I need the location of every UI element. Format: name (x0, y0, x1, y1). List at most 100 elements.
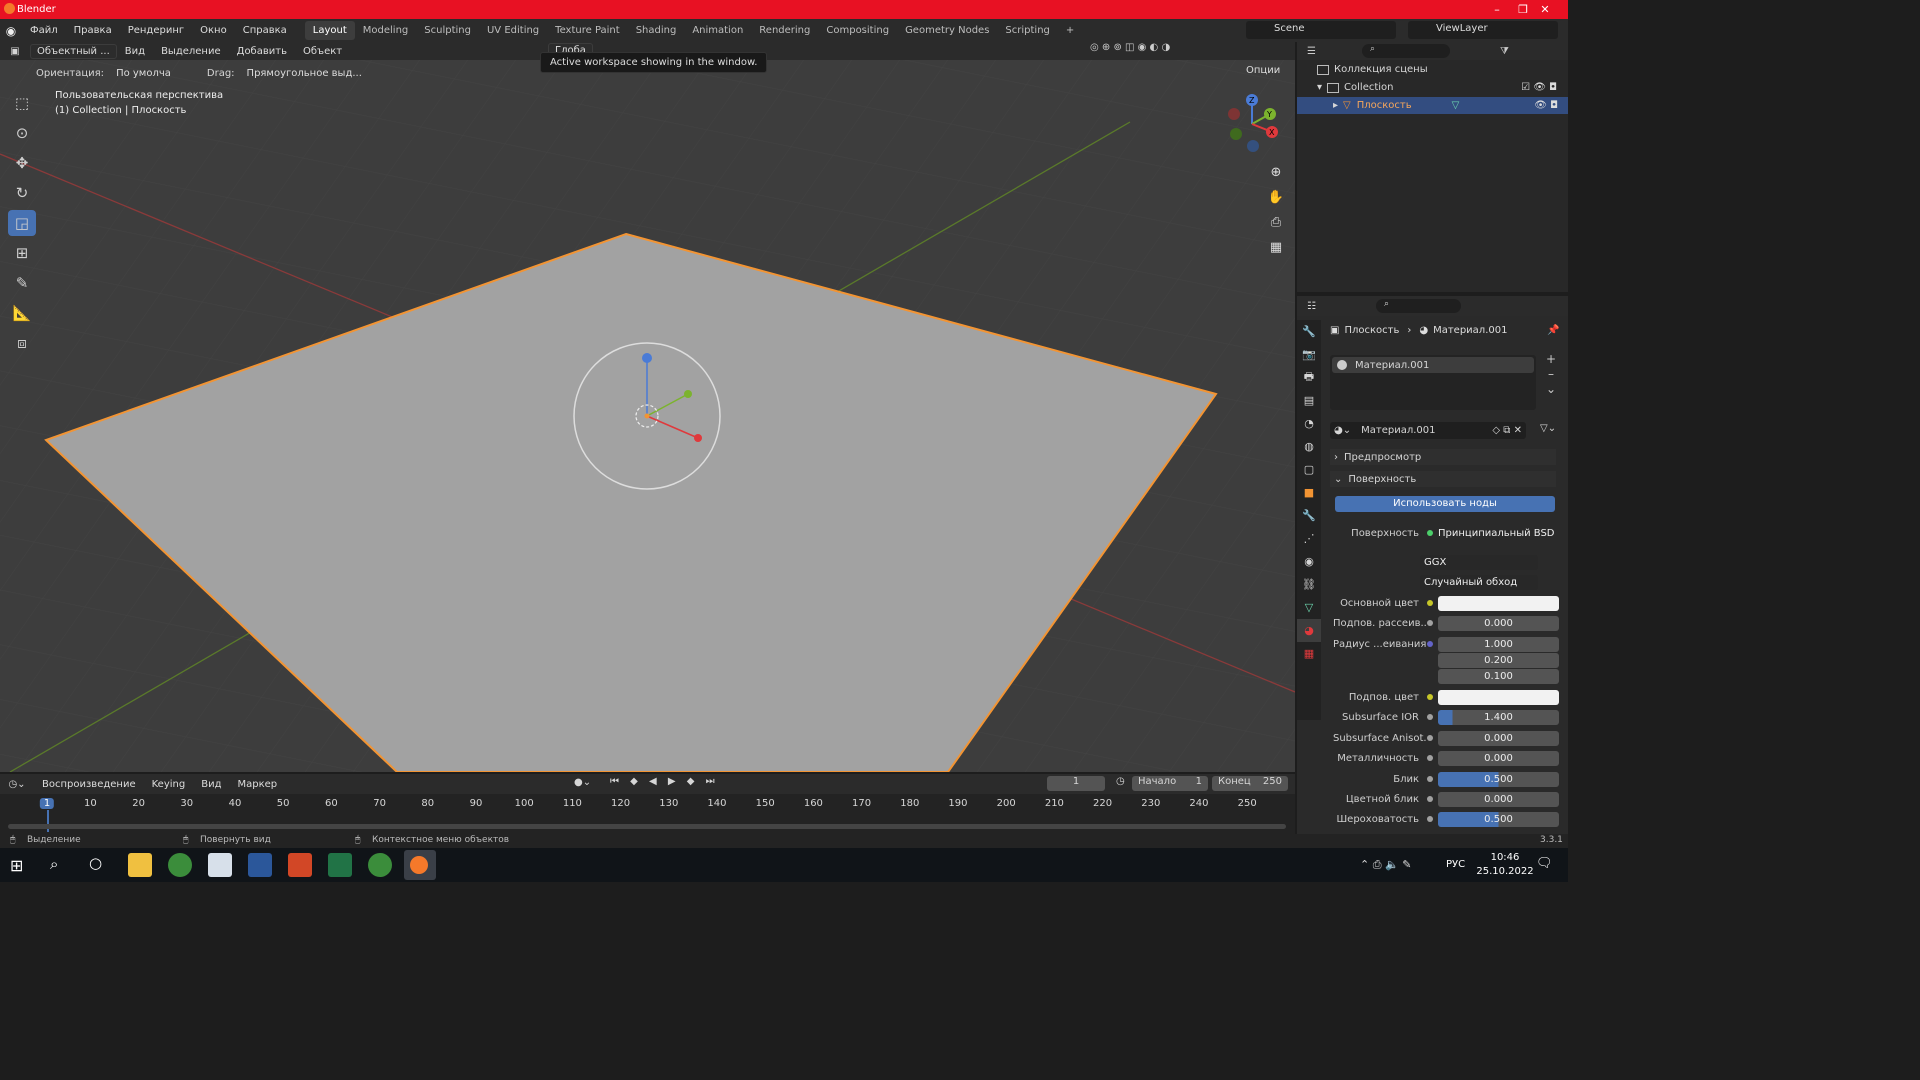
scale-icon[interactable]: ◲ (8, 210, 36, 236)
texture-tab-icon[interactable]: ▦ (1297, 642, 1321, 665)
viewport-shading-icons[interactable]: ◎ ⊕ ⊚ ◫ ◉ ◐ ◑ (1090, 42, 1170, 53)
material-prop-value[interactable]: 1.400 (1438, 709, 1559, 725)
timeline-menu-view[interactable]: Вид (193, 779, 229, 790)
file-explorer-icon[interactable] (128, 853, 152, 877)
menu-file[interactable]: Файл (22, 25, 66, 36)
properties-search-field[interactable]: ⌕ (1375, 299, 1461, 313)
clock-date[interactable]: 25.10.2022 (1474, 866, 1536, 877)
material-prop-value[interactable]: 0.000 (1438, 615, 1559, 631)
tab-uv-editing[interactable]: UV Editing (479, 21, 547, 40)
cortana-icon[interactable]: ○ (89, 854, 102, 872)
use-nodes-button[interactable]: Использовать ноды (1335, 496, 1555, 512)
modifier-tab-icon[interactable]: 🔧 (1297, 504, 1321, 527)
editor-type-icon[interactable]: ▣ (0, 46, 30, 57)
tab-modeling[interactable]: Modeling (355, 21, 417, 40)
viewport-menu-select[interactable]: Выделение (153, 46, 229, 57)
scene-selector[interactable]: Scene (1246, 21, 1396, 39)
clock-time[interactable]: 10:46 (1485, 852, 1525, 863)
distribution-dropdown[interactable]: GGX (1420, 554, 1538, 570)
move-icon[interactable]: ✥ (8, 150, 36, 176)
properties-editor-icon[interactable]: ☷ (1307, 301, 1316, 312)
surface-shader-value[interactable]: Принципиальный BSD (1438, 528, 1555, 539)
drag-dropdown[interactable]: Прямоугольное выд... (241, 67, 368, 80)
subsurface-method-dropdown[interactable]: Случайный обход (1420, 574, 1538, 590)
viewport-menu-object[interactable]: Объект (295, 46, 350, 57)
tray-icons[interactable]: ⌃ ⎙ 🔈 ✎ (1360, 858, 1411, 872)
tab-scripting[interactable]: Scripting (997, 21, 1057, 40)
zoom-icon[interactable]: ⊕ (1266, 160, 1286, 185)
camera-icon[interactable]: ⎙ (1266, 210, 1286, 235)
node-link-icon[interactable]: ▽⌄ (1540, 423, 1556, 434)
surface-panel-header[interactable]: ⌄ Поверхность (1330, 471, 1556, 487)
menu-window[interactable]: Окно (192, 25, 235, 36)
tool-tab-icon[interactable]: 🔧 (1297, 320, 1321, 343)
material-prop-value[interactable]: 0.200 (1438, 652, 1559, 668)
particles-tab-icon[interactable]: ⋰ (1297, 527, 1321, 550)
add-cube-icon[interactable]: ⧈ (8, 330, 36, 356)
render-tab-icon[interactable]: 📷 (1297, 343, 1321, 366)
notifications-icon[interactable]: 🗨 (1536, 856, 1553, 871)
menu-edit[interactable]: Правка (66, 25, 120, 36)
chrome-profile-icon[interactable] (368, 853, 392, 877)
material-browse-icon[interactable]: ◕⌄ (1334, 425, 1351, 436)
tab-texture-paint[interactable]: Texture Paint (547, 21, 628, 40)
timeline-menu-keying[interactable]: Keying (144, 779, 194, 790)
tab-sculpting[interactable]: Sculpting (416, 21, 479, 40)
timeline-menu-marker[interactable]: Маркер (229, 779, 285, 790)
playback-controls-icon[interactable]: ⏮ ◆ ◀ ▶ ◆ ⏭ (610, 776, 719, 787)
pin-icon[interactable]: 📌 (1547, 325, 1559, 336)
material-prop-value[interactable]: 1.000 (1438, 636, 1559, 652)
annotate-icon[interactable]: ✎ (8, 270, 36, 296)
color-swatch[interactable] (1438, 689, 1559, 705)
tab-animation[interactable]: Animation (684, 21, 751, 40)
world-tab-icon[interactable]: ◍ (1297, 435, 1321, 458)
color-swatch[interactable] (1438, 595, 1559, 611)
slot-specials-icon[interactable]: ⌄ (1546, 382, 1556, 397)
end-frame-field[interactable]: 250 (1263, 776, 1282, 791)
material-prop-value[interactable]: 0.000 (1438, 791, 1559, 807)
material-datablock[interactable]: ◕⌄ Материал.001 ◇ ⧉ ✕ (1330, 422, 1526, 439)
cursor-icon[interactable]: ⊙ (8, 120, 36, 146)
orientation-dropdown[interactable]: По умолча (110, 67, 177, 80)
documents-icon[interactable] (208, 853, 232, 877)
scene-collection-label[interactable]: Коллекция сцены (1334, 64, 1428, 75)
collection-label[interactable]: Collection (1344, 82, 1393, 93)
ortho-grid-icon[interactable]: ▦ (1266, 235, 1286, 260)
material-datablock-icons[interactable]: ◇ ⧉ ✕ (1492, 425, 1526, 436)
scene-tab-icon[interactable]: ◔ (1297, 412, 1321, 435)
menu-render[interactable]: Рендеринг (120, 25, 192, 36)
material-prop-value[interactable]: 0.100 (1438, 668, 1559, 684)
chrome-icon[interactable] (168, 853, 192, 877)
rotate-icon[interactable]: ↻ (8, 180, 36, 206)
tab-layout[interactable]: Layout (304, 21, 355, 40)
collection-visibility-icons[interactable]: ☑ 👁 ◘ (1521, 82, 1557, 93)
viewport-menu-view[interactable]: Вид (117, 46, 153, 57)
language-indicator[interactable]: РУС (1446, 859, 1465, 870)
add-workspace-icon[interactable]: + (1058, 21, 1082, 40)
pan-hand-icon[interactable]: ✋ (1266, 185, 1286, 210)
search-icon[interactable]: ⌕ (50, 855, 58, 873)
mode-dropdown[interactable]: Объектный ... (30, 43, 117, 59)
excel-icon[interactable] (328, 853, 352, 877)
timeline-menu-playback[interactable]: Воспроизведение (34, 779, 144, 790)
powerpoint-icon[interactable] (288, 853, 312, 877)
timeline-ruler[interactable]: 1 10 20 30 40 50 60 70 80 90 100 110 120 130 140 150 160… (0, 794, 1295, 832)
viewlayer-selector[interactable]: ViewLayer (1408, 21, 1558, 39)
data-tab-icon[interactable]: ▽ (1297, 596, 1321, 619)
tab-compositing[interactable]: Compositing (818, 21, 897, 40)
timeline-editor-icon[interactable]: ◷⌄ (0, 779, 34, 790)
start-frame-field[interactable]: 1 (1196, 776, 1202, 791)
blender-menu-icon[interactable]: ◉ (0, 24, 22, 38)
preview-panel-header[interactable]: › Предпросмотр (1330, 449, 1556, 465)
windows-start-icon[interactable]: ⊞ (10, 856, 23, 875)
3d-viewport[interactable]: ▣ Объектный ... Вид Выделение Добавить О… (0, 42, 1295, 772)
material-name-field[interactable]: Материал.001 (1361, 425, 1435, 436)
material-prop-value[interactable]: 0.500 (1438, 771, 1559, 787)
options-dropdown[interactable]: Опции (1240, 64, 1286, 77)
word-icon[interactable] (248, 853, 272, 877)
material-slot-item[interactable]: Материал.001 (1355, 360, 1429, 371)
material-prop-value[interactable]: 0.000 (1438, 750, 1559, 766)
tab-shading[interactable]: Shading (628, 21, 685, 40)
constraints-tab-icon[interactable]: ⛓ (1297, 573, 1321, 596)
material-tab-icon[interactable]: ◕ (1297, 619, 1321, 642)
